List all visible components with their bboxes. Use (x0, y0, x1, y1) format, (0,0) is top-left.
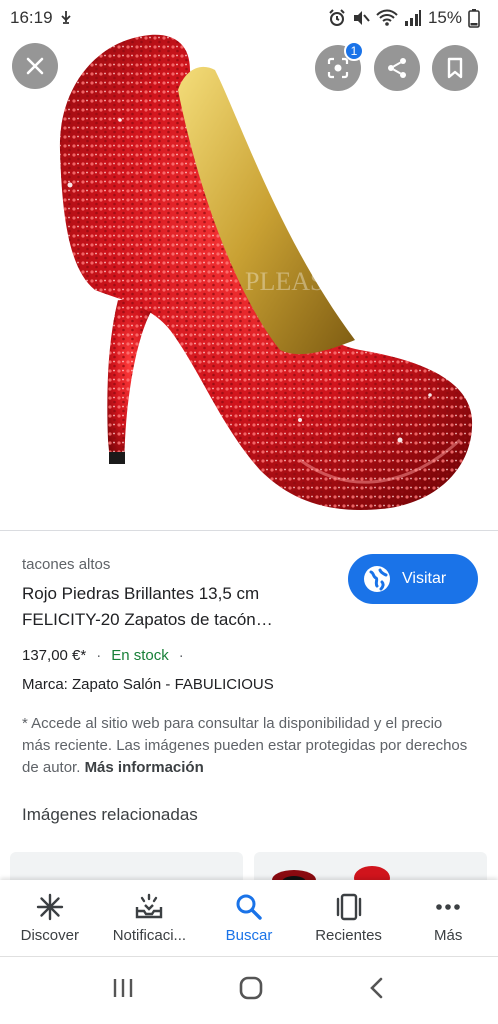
status-time: 16:19 (10, 8, 53, 27)
nav-discover[interactable]: Discover (0, 880, 100, 956)
brand-line: Marca: Zapato Salón - FABULICIOUS (22, 676, 274, 693)
product-title-line2: FELICITY-20 Zapatos de tacón… (22, 610, 273, 629)
disclaimer: * Accede al sitio web para consultar la … (22, 713, 472, 779)
nav-recents[interactable]: Recientes (299, 880, 399, 956)
nav-notifications-label: Notificaci... (112, 926, 187, 944)
signal-icon (404, 10, 421, 26)
related-image-thumb-2[interactable] (254, 852, 487, 882)
alarm-icon (329, 9, 345, 26)
more-dots-icon (436, 903, 460, 910)
asterisk-icon (36, 893, 63, 920)
related-images-heading: Imágenes relacionadas (22, 805, 198, 824)
product-title[interactable]: Rojo Piedras Brillantes 13,5 cm FELICITY… (22, 581, 332, 633)
separator-dot-2: · (178, 647, 184, 664)
product-details: tacones altos Rojo Piedras Brillantes 13… (22, 548, 482, 825)
close-button[interactable] (12, 43, 58, 89)
red-shoe-image: PLEASER USA (59, 34, 473, 511)
lens-icon (327, 57, 349, 79)
bottom-navigation: Discover Notificaci... Buscar Recientes … (0, 880, 498, 956)
related-image-thumb-1[interactable] (10, 852, 243, 882)
share-button[interactable] (374, 45, 420, 91)
separator-dot: · (96, 647, 102, 664)
nav-more-label: Más (434, 926, 463, 944)
visit-button[interactable]: Visitar (348, 554, 478, 604)
visit-label: Visitar (402, 570, 447, 587)
product-image[interactable]: PLEASER USA 1 (0, 0, 498, 530)
wifi-icon (376, 9, 398, 26)
mute-icon (353, 11, 370, 25)
product-title-line1: Rojo Piedras Brillantes 13,5 cm (22, 584, 260, 603)
lens-badge: 1 (344, 41, 364, 61)
recent-apps-icon (114, 979, 133, 997)
nav-more[interactable]: Más (398, 880, 498, 956)
stock-status: En stock (111, 647, 169, 664)
nav-notifications[interactable]: Notificaci... (100, 880, 200, 956)
notifications-tray-icon (136, 893, 163, 918)
search-icon (236, 894, 262, 920)
system-navigation-bar (0, 956, 498, 1024)
share-icon (388, 58, 406, 78)
watermark-text: PLEASER USA (245, 267, 416, 296)
image-divider (0, 530, 498, 531)
back-icon (369, 977, 382, 999)
battery-icon (468, 9, 480, 28)
recents-icon (336, 893, 361, 920)
usb-debug-icon (60, 11, 71, 24)
save-bookmark-button[interactable] (432, 45, 478, 91)
price: 137,00 €* (22, 647, 87, 664)
nav-recents-label: Recientes (315, 926, 382, 944)
status-bar: 16:19 15% (0, 0, 498, 36)
close-icon (26, 57, 44, 75)
bookmark-icon (447, 57, 463, 79)
home-icon (239, 976, 263, 1000)
lens-button[interactable]: 1 (315, 41, 364, 91)
nav-search-label: Buscar (225, 926, 273, 944)
more-info-link[interactable]: Más información (85, 759, 204, 776)
home-button[interactable] (238, 975, 264, 1006)
nav-discover-label: Discover (20, 926, 79, 944)
battery-percent: 15% (427, 8, 462, 27)
related-shoe-image (272, 866, 390, 882)
back-button[interactable] (367, 976, 387, 1005)
globe-icon (364, 566, 390, 592)
price-row: 137,00 €* · En stock · (22, 647, 482, 664)
recent-apps-button[interactable] (111, 977, 135, 1004)
nav-search[interactable]: Buscar (199, 880, 299, 956)
